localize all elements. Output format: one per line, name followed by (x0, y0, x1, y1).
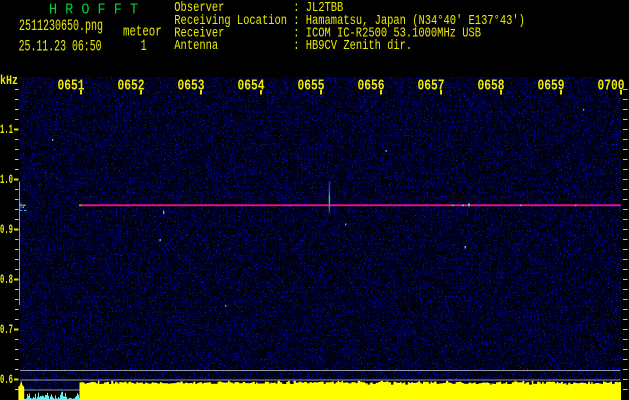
svg-text:0655: 0655 (298, 77, 325, 94)
svg-text:0.9: 0.9 (0, 223, 13, 237)
svg-text:0700: 0700 (598, 77, 625, 94)
svg-text:0651: 0651 (58, 77, 85, 94)
svg-text:0658: 0658 (478, 77, 505, 94)
svg-text:0656: 0656 (358, 77, 385, 94)
svg-text:H R O F F T: H R O F F T (49, 3, 138, 19)
svg-text:0653: 0653 (178, 77, 205, 94)
svg-text:2511230650.png: 2511230650.png (19, 17, 103, 35)
svg-text:1.0: 1.0 (0, 173, 13, 187)
svg-text:25.11.23 06:50: 25.11.23 06:50 (19, 38, 102, 56)
svg-text:1: 1 (141, 37, 147, 55)
svg-text:Antenna : HB9CV Zen: Antenna : HB9CV Zenith dir. (174, 39, 412, 54)
svg-text:0.8: 0.8 (0, 273, 13, 287)
svg-text:0654: 0654 (238, 77, 265, 94)
svg-text:kHz: kHz (0, 73, 18, 88)
svg-text:0657: 0657 (418, 77, 445, 94)
svg-text:0652: 0652 (118, 77, 145, 94)
svg-text:0.7: 0.7 (0, 323, 13, 337)
svg-text:1.1: 1.1 (0, 123, 13, 137)
svg-text:0659: 0659 (538, 77, 565, 94)
svg-text:0.6: 0.6 (0, 373, 13, 387)
